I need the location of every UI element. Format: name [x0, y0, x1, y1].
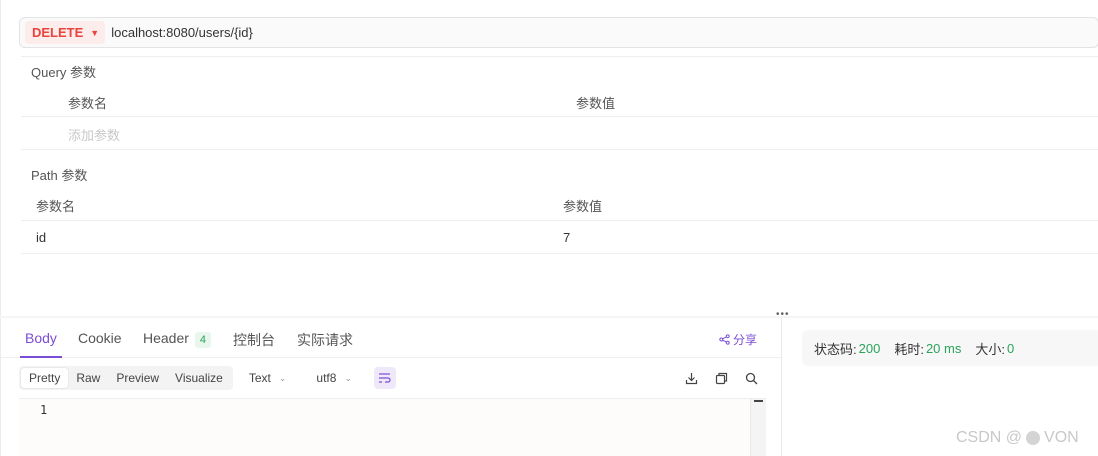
copy-button[interactable]: [713, 370, 729, 386]
status-code-value: 200: [858, 340, 881, 356]
encoding-value: utf8: [316, 371, 337, 385]
path-col-value: 参数值: [563, 199, 603, 214]
divider: [21, 220, 1098, 221]
size-label: 大小:: [975, 341, 1005, 357]
avatar-dot: [1026, 431, 1041, 445]
size-value: 0: [1006, 340, 1015, 356]
query-params-title: Query 参数: [31, 65, 97, 80]
header-count-badge: 4: [194, 332, 212, 348]
mode-preview[interactable]: Preview: [108, 368, 167, 388]
url-input[interactable]: localhost:8080/users/{id}: [111, 25, 253, 40]
word-wrap-button[interactable]: [373, 367, 396, 389]
chevron-down-icon: ⌄: [344, 372, 352, 383]
method-label: DELETE: [32, 25, 84, 40]
response-body-editor[interactable]: 1: [19, 398, 766, 456]
tab-console[interactable]: 控制台: [233, 330, 275, 350]
tab-body[interactable]: Body: [25, 330, 57, 346]
divider: [21, 116, 1098, 117]
watermark-suffix: VON: [1044, 429, 1079, 446]
search-icon: [745, 372, 757, 384]
time-label: 耗时:: [894, 341, 924, 357]
tab-header[interactable]: Header 4: [143, 330, 212, 348]
download-button[interactable]: [683, 370, 699, 386]
chevron-down-icon: ⌄: [278, 372, 287, 383]
active-tab-indicator: [20, 356, 62, 358]
request-panel: DELETE ▼ localhost:8080/users/{id} Query…: [0, 0, 1098, 316]
watermark-prefix: CSDN @: [956, 429, 1023, 446]
tab-cookie[interactable]: Cookie: [78, 330, 122, 346]
mode-pretty[interactable]: Pretty: [21, 368, 69, 388]
mode-visualize[interactable]: Visualize: [167, 368, 231, 388]
watermark: CSDN @ VON: [956, 429, 1079, 447]
mode-raw[interactable]: Raw: [68, 368, 108, 388]
time-value: 20 ms: [925, 340, 962, 356]
view-mode-switch: Pretty Raw Preview Visualize: [19, 366, 233, 390]
tab-header-label: Header: [143, 330, 189, 346]
url-bar[interactable]: DELETE ▼ localhost:8080/users/{id}: [19, 17, 1098, 48]
share-icon: [719, 334, 730, 345]
add-query-param-input[interactable]: 添加参数: [68, 125, 120, 144]
word-wrap-icon: [379, 373, 392, 383]
content-type-select[interactable]: Text ⌄: [249, 371, 287, 385]
content-type-value: Text: [248, 371, 271, 385]
share-label: 分享: [733, 333, 758, 347]
scrollbar-thumb[interactable]: [754, 400, 763, 402]
copy-icon: [715, 372, 727, 384]
chevron-down-icon: ▼: [90, 27, 100, 38]
search-button[interactable]: [743, 370, 759, 386]
path-params-title: Path 参数: [31, 168, 88, 183]
download-icon: [685, 372, 697, 384]
divider: [21, 56, 1098, 57]
response-status-bar: 状态码: 200 耗时: 20 ms 大小: 0: [802, 330, 1098, 366]
tab-actual-request[interactable]: 实际请求: [297, 330, 353, 350]
method-select[interactable]: DELETE ▼: [25, 21, 106, 44]
path-col-name: 参数名: [36, 199, 76, 214]
path-param-name[interactable]: id: [36, 230, 46, 245]
editor-scrollbar[interactable]: [750, 399, 766, 456]
divider: [21, 149, 1098, 150]
divider: [21, 253, 1098, 254]
status-code-label: 状态码:: [814, 341, 857, 357]
encoding-select[interactable]: utf8 ⌄: [316, 371, 352, 385]
response-panel: Body Cookie Header 4 控制台 实际请求 分享 Pretty R…: [0, 318, 782, 456]
line-number: 1: [40, 403, 48, 417]
path-param-value[interactable]: 7: [563, 230, 570, 245]
query-col-value: 参数值: [576, 96, 616, 111]
response-tabs: Body Cookie Header 4 控制台 实际请求 分享: [1, 318, 782, 358]
format-toolbar: Pretty Raw Preview Visualize Text ⌄ utf8…: [19, 366, 396, 390]
share-button[interactable]: 分享: [719, 331, 757, 348]
query-col-name: 参数名: [68, 96, 108, 111]
